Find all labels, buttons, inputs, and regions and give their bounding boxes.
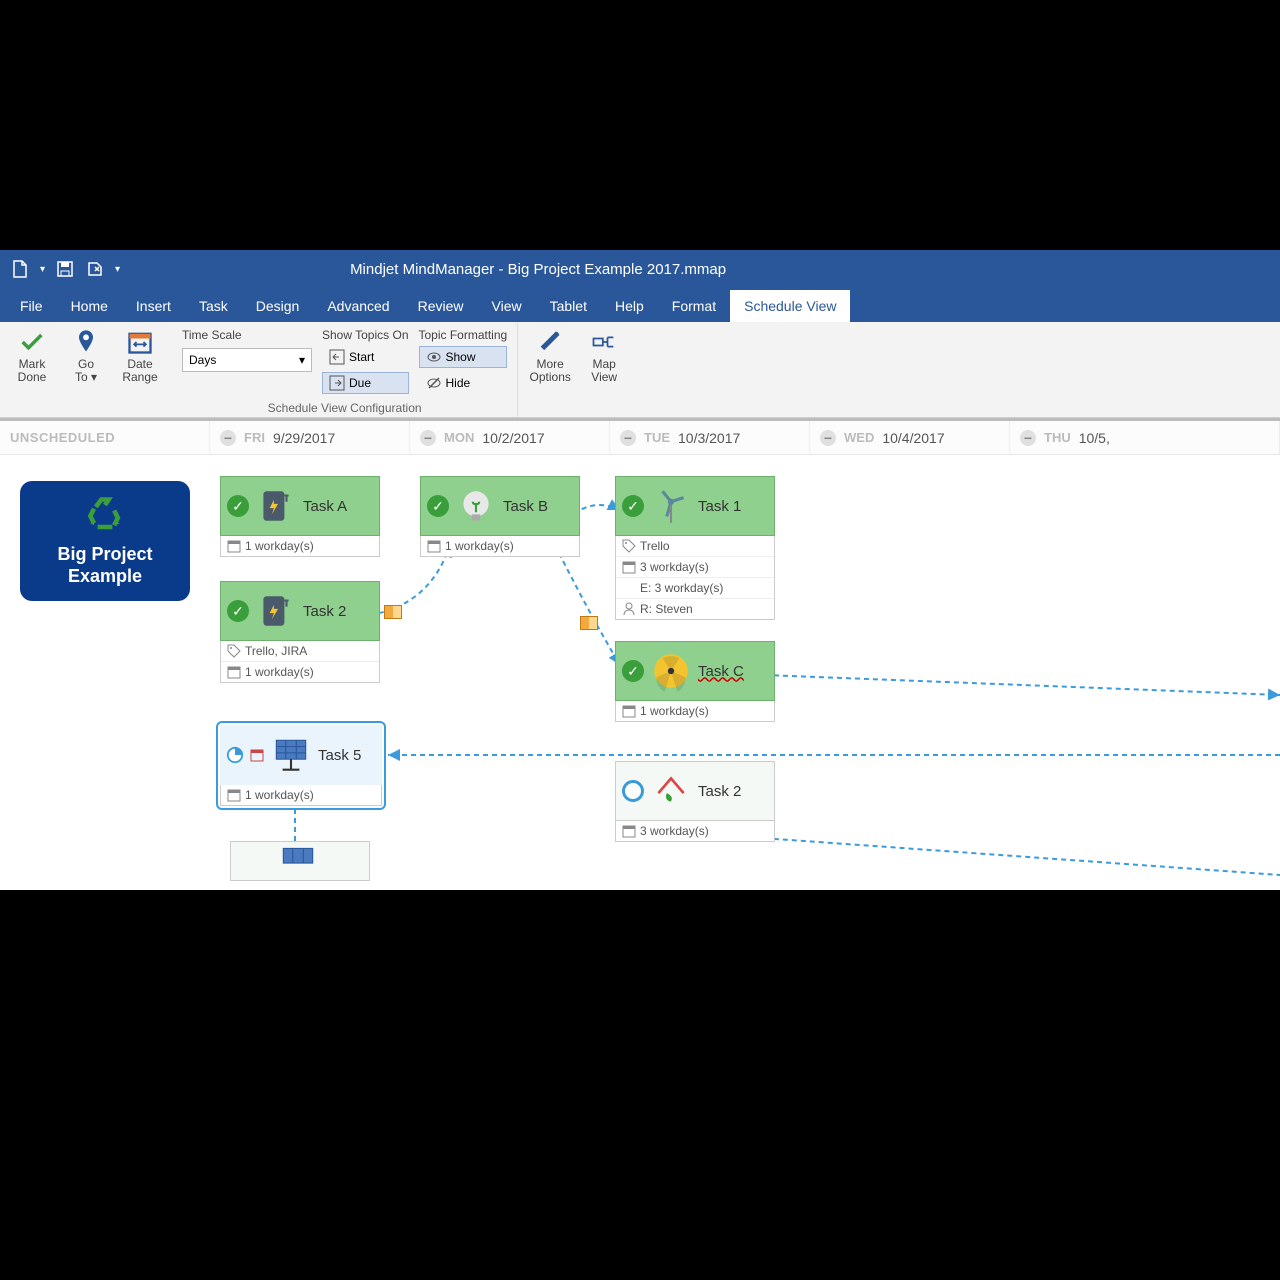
tab-insert[interactable]: Insert [122,290,185,322]
time-scale-label: Time Scale [182,328,312,342]
house-leaf-icon [650,770,692,812]
tab-review[interactable]: Review [404,290,478,322]
charger-icon [255,590,297,632]
show-toggle[interactable]: Show [419,346,508,368]
tab-format[interactable]: Format [658,290,730,322]
task-card-2b[interactable]: Task 2 3 workday(s) [615,761,775,842]
ribbon-group-label: Schedule View Configuration [182,399,507,415]
charger-icon [255,485,297,527]
task-card-a[interactable]: ✓ Task A 1 workday(s) [220,476,380,557]
calendar-icon [227,665,241,679]
check-icon [18,328,46,356]
col-tue[interactable]: −TUE10/3/2017 [610,421,810,454]
task-card-5[interactable]: Task 5 1 workday(s) [216,721,386,810]
pin-icon [72,328,100,356]
calendar-mini-icon [250,748,264,762]
mark-done-button[interactable]: Mark Done [10,328,54,384]
calendar-range-icon [126,328,154,356]
calendar-icon [622,824,636,838]
collapse-icon[interactable]: − [220,430,236,446]
date-range-button[interactable]: Date Range [118,328,162,384]
save-icon[interactable] [55,259,75,279]
ribbon: Mark Done Go To ▾ Date Range Time Scale … [0,322,1280,418]
calendar-icon [227,539,241,553]
new-doc-icon[interactable] [10,259,30,279]
tab-schedule-view[interactable]: Schedule View [730,290,850,322]
tag-icon [227,644,241,658]
status-done-icon: ✓ [227,600,249,622]
titlebar: ▾ ▾ Mindjet MindManager - Big Project Ex… [0,250,1280,288]
tab-tablet[interactable]: Tablet [536,290,601,322]
radiation-icon [650,650,692,692]
export-icon[interactable] [85,259,105,279]
status-done-icon: ✓ [622,495,644,517]
col-wed[interactable]: −WED10/4/2017 [810,421,1010,454]
tab-help[interactable]: Help [601,290,658,322]
collapse-icon[interactable]: − [620,430,636,446]
task-card-c[interactable]: ✓ Task C 1 workday(s) [615,641,775,722]
tab-view[interactable]: View [478,290,536,322]
collapse-icon[interactable]: − [420,430,436,446]
time-scale-select[interactable]: Days▾ [182,348,312,372]
date-header-row: UNSCHEDULED −FRI9/29/2017 −MON10/2/2017 … [0,421,1280,455]
tab-design[interactable]: Design [242,290,314,322]
tab-advanced[interactable]: Advanced [313,290,403,322]
calendar-icon [427,539,441,553]
bulb-plant-icon [455,485,497,527]
status-open-icon [622,780,644,802]
status-done-icon: ✓ [622,660,644,682]
status-done-icon: ✓ [427,495,449,517]
map-icon [590,328,618,356]
wrench-icon [536,328,564,356]
progress-icon [226,746,244,764]
task-card-partial[interactable] [230,841,370,881]
schedule-canvas[interactable]: UNSCHEDULED −FRI9/29/2017 −MON10/2/2017 … [0,418,1280,890]
collapse-icon[interactable]: − [820,430,836,446]
col-fri[interactable]: −FRI9/29/2017 [210,421,410,454]
more-options-button[interactable]: More Options [528,328,572,384]
topic-formatting-label: Topic Formatting [419,328,508,342]
col-thu[interactable]: −THU10/5, [1010,421,1280,454]
person-icon [622,602,636,616]
tab-task[interactable]: Task [185,290,242,322]
tag-icon [622,539,636,553]
unscheduled-label: UNSCHEDULED [10,430,115,445]
calendar-icon [622,704,636,718]
go-to-button[interactable]: Go To ▾ [64,328,108,384]
tab-home[interactable]: Home [57,290,122,322]
hide-toggle[interactable]: Hide [419,372,508,394]
recycle-icon [83,494,127,538]
calendar-icon [227,788,241,802]
tab-file[interactable]: File [6,290,57,322]
solar-panel-icon [270,734,312,776]
task-card-2[interactable]: ✓ Task 2 Trello, JIRA 1 workday(s) [220,581,380,683]
link-badge-icon [384,605,402,619]
map-view-button[interactable]: Map View [582,328,626,384]
status-done-icon: ✓ [227,495,249,517]
calendar-icon [622,560,636,574]
collapse-icon[interactable]: − [1020,430,1036,446]
link-badge-icon [580,616,598,630]
task-card-1[interactable]: ✓ Task 1 Trello 3 workday(s) E: 3 workda… [615,476,775,620]
solar-panel-icon [277,840,319,882]
show-topics-label: Show Topics On [322,328,409,342]
project-root-card[interactable]: Big Project Example [20,481,190,601]
due-toggle[interactable]: Due [322,372,409,394]
ribbon-tabs: File Home Insert Task Design Advanced Re… [0,288,1280,322]
wind-turbine-icon [650,485,692,527]
task-card-b[interactable]: ✓ Task B 1 workday(s) [420,476,580,557]
start-toggle[interactable]: Start [322,346,409,368]
col-mon[interactable]: −MON10/2/2017 [410,421,610,454]
window-title: Mindjet MindManager - Big Project Exampl… [350,261,726,278]
